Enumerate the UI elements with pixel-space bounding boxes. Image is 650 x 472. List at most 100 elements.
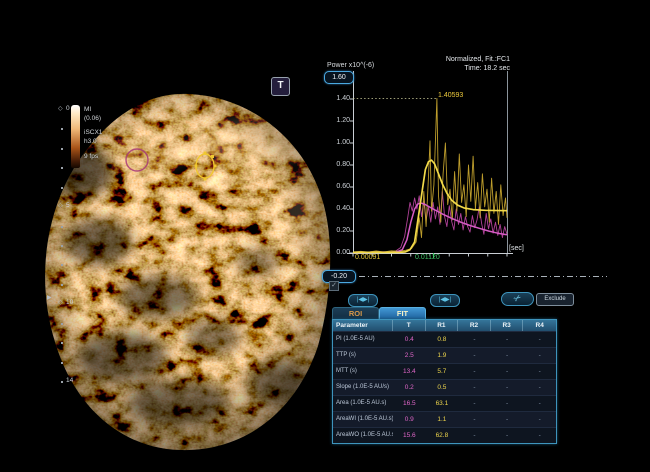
peak-value-label: 1.40593 [438,92,463,99]
y-axis-tick-label: 1.40 [327,95,350,102]
table-header-cell: R2 [458,320,491,331]
value-cell: 0.4 [393,332,426,347]
depth-diamond-icon: ◇ [58,105,63,112]
series-T-raw [353,191,507,252]
y-max-value-box[interactable]: 1.60 [324,71,354,84]
value-cell: - [491,364,524,379]
value-cell: 62.8 [426,428,459,443]
value-cell: - [523,332,556,347]
table-row: Area (1.0E-5 AU.s)16.563.1--- [333,395,556,411]
value-cell: 1.1 [426,412,459,427]
normalized-fit-label: Normalized, Fit.:FC1 [368,55,510,64]
range-icon: |◀▶| [439,297,451,303]
baseline-value-label: 0.00091 [355,254,380,261]
parameter-cell: PI (1.0E-5 AU) [333,332,393,347]
value-cell: - [458,396,491,411]
table-header-row: ParameterTR1R2R3R4 [333,320,556,331]
depth-ruler: ◇0◇5◇1014 [56,105,80,395]
value-cell: - [458,380,491,395]
depth-tick [61,148,63,150]
parameter-cell: Area (1.0E-5 AU.s) [333,396,393,411]
table-header-cell: R1 [426,320,459,331]
table-row: MTT (s)13.45.7--- [333,363,556,379]
image-info-line: h3.0 [84,138,102,146]
value-cell: - [491,348,524,363]
image-info-line: (0.06) [84,115,102,123]
y-axis-tick-label: 1.00 [327,139,350,146]
value-cell: - [523,364,556,379]
y-axis-tick-label: 1.20 [327,117,350,124]
y-axis-tick-label: 0.80 [327,161,350,168]
value-cell: - [458,412,491,427]
table-header-cell: R4 [523,320,556,331]
x-unit-label: [sec] [509,245,524,252]
depth-label: 10 [66,299,73,306]
depth-tick [61,342,63,344]
table-header-cell: Parameter [333,320,393,331]
depth-diamond-icon: ◇ [58,202,63,209]
parameter-cell: TTP (s) [333,348,393,363]
series-T-fit [353,203,507,253]
parameter-cell: AreaWI (1.0E-5 AU.s) [333,412,393,427]
series-R1-raw [353,98,507,252]
table-header-cell: T [393,320,426,331]
table-row: Slope (1.0E-5 AU/s)0.20.5--- [333,379,556,395]
focus-arrow-icon[interactable]: ▶ [47,294,52,301]
y-min-value-box[interactable]: -0.20 [322,270,356,283]
depth-tick [61,187,63,189]
value-cell: 15.6 [393,428,426,443]
range-end-button[interactable]: |◀▶| [430,294,460,307]
depth-tick [61,128,63,130]
image-info-line: MI [84,106,102,114]
range-start-button[interactable]: |◀▶| [348,294,378,307]
scissors-icon: ✂ [511,292,523,305]
time-label: Time: 18.2 sec [368,64,510,73]
value-cell: - [491,332,524,347]
depth-tick [61,362,63,364]
value-cell: 2.5 [393,348,426,363]
parameter-table: ParameterTR1R2R3R4 PI (1.0E-5 AU)0.40.8-… [332,319,557,444]
image-info-line: iSCX1 [84,129,102,137]
value-cell: 0.2 [393,380,426,395]
depth-tick [61,245,63,247]
table-row: AreaWI (1.0E-5 AU.s)0.91.1--- [333,411,556,427]
value-cell: - [523,412,556,427]
image-info-line: 9 fps [84,153,102,161]
y-axis-tick-label: 0.20 [327,227,350,234]
value-cell: - [458,364,491,379]
y-axis-tick-label: 0.00 [327,249,350,256]
depth-label: 14 [66,377,73,384]
check-icon[interactable]: ✓ [329,281,339,291]
value-cell: - [458,348,491,363]
ttp-value-label: 0.01120 [415,254,440,261]
value-cell: 0.5 [426,380,459,395]
value-cell: - [491,396,524,411]
depth-label: 0 [66,105,70,112]
value-cell: - [523,348,556,363]
depth-label: 5 [66,202,70,209]
trim-button[interactable]: ✂ [501,292,534,306]
parameter-cell: AreaWO (1.0E-5 AU.s) [333,428,393,443]
value-cell: - [491,428,524,443]
image-info-labels: MI(0.06) iSCX1h3.0 9 fps [84,105,102,161]
table-row: TTP (s)2.51.9--- [333,347,556,363]
table-row: AreaWO (1.0E-5 AU.s)15.662.8--- [333,427,556,443]
parameter-cell: MTT (s) [333,364,393,379]
value-cell: - [491,380,524,395]
series-R1-fit [353,160,507,252]
value-cell: 13.4 [393,364,426,379]
parameter-cell: Slope (1.0E-5 AU/s) [333,380,393,395]
y-axis-tick-label: 0.40 [327,205,350,212]
depth-tick [61,381,63,383]
range-icon: |◀▶| [357,297,369,303]
depth-tick [61,284,63,286]
depth-tick [61,167,63,169]
value-cell: - [523,380,556,395]
value-cell: 63.1 [426,396,459,411]
table-row: PI (1.0E-5 AU)0.40.8--- [333,331,556,347]
value-cell: - [523,428,556,443]
value-cell: 0.9 [393,412,426,427]
depth-tick [61,226,63,228]
value-cell: - [458,428,491,443]
exclude-button[interactable]: Exclude [536,293,574,306]
